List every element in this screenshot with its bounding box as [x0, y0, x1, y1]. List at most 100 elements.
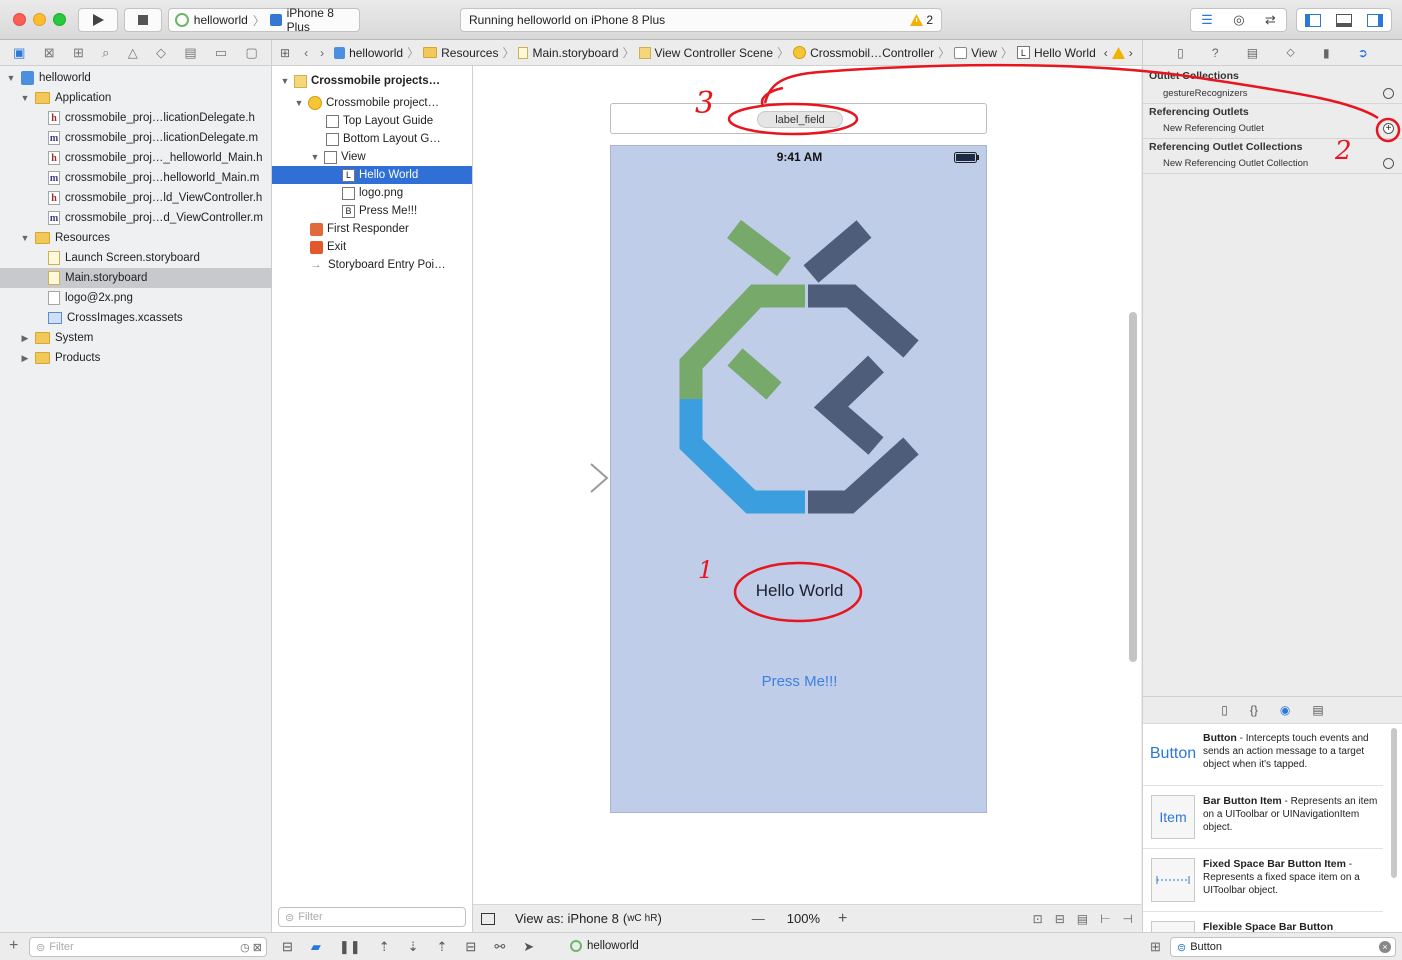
library-scrollbar[interactable] — [1391, 728, 1397, 878]
connection-circle[interactable] — [1383, 158, 1394, 169]
update-frames-icon[interactable]: ⊡ — [1033, 912, 1043, 926]
disclosure-triangle-icon[interactable]: ▼ — [6, 73, 16, 83]
storyboard-canvas[interactable]: label_field 9:41 AM Hello World Press Me… — [473, 66, 1141, 899]
previous-issue-button[interactable]: ‹ — [1100, 46, 1112, 60]
stop-button[interactable] — [124, 8, 162, 32]
disclosure-triangle-icon[interactable]: ▶ — [20, 333, 30, 344]
panel-toggle-group[interactable] — [1296, 8, 1392, 32]
warning-indicator[interactable]: 2 — [910, 13, 933, 27]
navigator-toggle-icon[interactable] — [1304, 13, 1321, 27]
simulate-location-icon[interactable]: ➤ — [523, 939, 534, 955]
minimize-window-button[interactable] — [33, 13, 46, 26]
scheme-selector[interactable]: helloworld 〉 iPhone 8 Plus — [168, 6, 360, 34]
align-icon[interactable]: ▤ — [1077, 912, 1088, 926]
outline-row[interactable]: Top Layout Guide — [272, 112, 472, 130]
standard-editor-icon[interactable]: ☰ — [1201, 12, 1213, 28]
disclosure-triangle-icon[interactable]: ▼ — [294, 98, 304, 108]
pin-icon[interactable]: ⊢ — [1100, 912, 1110, 926]
outline-row-controller[interactable]: ▼ Crossmobile project… — [272, 94, 472, 112]
library-item[interactable]: Flexible Space Bar Button — [1143, 913, 1383, 932]
report-navigator-icon[interactable]: ▢ — [246, 45, 258, 61]
resolve-issues-icon[interactable]: ⊣ — [1123, 912, 1133, 926]
media-library-icon[interactable]: ▤ — [1312, 703, 1323, 717]
assistant-editor-icon[interactable]: ◎ — [1233, 12, 1244, 28]
tree-row-system[interactable]: ▶ System — [0, 328, 272, 348]
crumb-resources[interactable]: Resources — [419, 46, 502, 60]
debug-navigator-icon[interactable]: ▤ — [184, 45, 196, 61]
test-navigator-icon[interactable]: ◇ — [156, 45, 166, 61]
forward-button[interactable]: › — [314, 46, 330, 60]
tree-row-file[interactable]: h crossmobile_proj…ld_ViewController.h — [0, 188, 272, 208]
debug-target[interactable]: helloworld — [570, 940, 639, 952]
disclosure-triangle-icon[interactable]: ▼ — [20, 93, 30, 103]
embed-in-stack-icon[interactable]: ⊟ — [1055, 912, 1065, 926]
disclosure-triangle-icon[interactable]: ▼ — [310, 152, 320, 162]
outline-row-scene[interactable]: ▼ Crossmobile projects… — [272, 72, 472, 90]
zoom-out-button[interactable]: — — [752, 911, 765, 926]
library-item[interactable]: Fixed Space Bar Button Item - Represents… — [1143, 850, 1383, 912]
library-item[interactable]: Item Bar Button Item - Represents an ite… — [1143, 787, 1383, 849]
disclosure-triangle-icon[interactable]: ▶ — [20, 353, 30, 364]
identity-inspector-icon[interactable]: ▤ — [1247, 46, 1258, 60]
breakpoint-navigator-icon[interactable]: ▭ — [215, 45, 227, 61]
view-as-label[interactable]: View as: iPhone 8 — [515, 911, 619, 926]
outline-row[interactable]: First Responder — [272, 220, 472, 238]
project-navigator-icon[interactable]: ▣ — [13, 45, 25, 61]
run-button[interactable] — [78, 8, 118, 32]
quick-help-icon[interactable]: ? — [1212, 46, 1219, 60]
find-navigator-icon[interactable]: ⌕ — [102, 45, 109, 61]
related-items-icon[interactable]: ⊞ — [272, 46, 298, 60]
back-button[interactable]: ‹ — [298, 46, 314, 60]
breakpoints-toggle-icon[interactable]: ▰ — [311, 939, 321, 955]
tree-row-file[interactable]: h crossmobile_proj…_helloworld_Main.h — [0, 148, 272, 168]
tree-row-file[interactable]: CrossImages.xcassets — [0, 308, 272, 328]
warning-icon[interactable] — [1111, 46, 1125, 59]
pause-icon[interactable]: ❚❚ — [339, 939, 361, 955]
tree-row-file[interactable]: m crossmobile_proj…helloworld_Main.m — [0, 168, 272, 188]
close-window-button[interactable] — [13, 13, 26, 26]
outline-row-view[interactable]: ▼ View — [272, 148, 472, 166]
tree-row-products[interactable]: ▶ Products — [0, 348, 272, 368]
file-inspector-icon[interactable]: ▯ — [1177, 46, 1184, 60]
add-file-plus-icon[interactable]: + — [9, 937, 18, 955]
outline-row[interactable]: → Storyboard Entry Poi… — [272, 256, 472, 274]
new-referencing-outlet-plus-icon[interactable]: + — [1383, 123, 1394, 134]
library-item[interactable]: Button Button - Intercepts touch events … — [1143, 724, 1383, 786]
source-control-navigator-icon[interactable]: ⊠ — [44, 45, 55, 61]
issue-navigator-icon[interactable]: △ — [128, 45, 138, 61]
grid-view-icon[interactable]: ⊞ — [1150, 939, 1161, 955]
clear-search-icon[interactable]: × — [1379, 941, 1391, 953]
connections-inspector-icon[interactable]: ➲ — [1358, 46, 1368, 60]
zoom-window-button[interactable] — [53, 13, 66, 26]
tree-row-file-selected[interactable]: Main.storyboard — [0, 268, 272, 288]
next-issue-button[interactable]: › — [1125, 46, 1137, 60]
tree-row-file[interactable]: logo@2x.png — [0, 288, 272, 308]
outline-row[interactable]: logo.png — [272, 184, 472, 202]
tree-row-file[interactable]: Launch Screen.storyboard — [0, 248, 272, 268]
crumb-project[interactable]: helloworld — [330, 46, 407, 60]
crumb-view[interactable]: View — [950, 46, 1001, 60]
connection-circle[interactable] — [1383, 88, 1394, 99]
outline-row-label-selected[interactable]: L Hello World — [272, 166, 472, 184]
size-inspector-icon[interactable]: ▮ — [1323, 46, 1330, 60]
code-snippet-library-icon[interactable]: {} — [1250, 703, 1258, 717]
tree-row-file[interactable]: m crossmobile_proj…licationDelegate.m — [0, 128, 272, 148]
step-over-icon[interactable]: ⇡ — [379, 939, 390, 955]
editor-mode-group[interactable]: ☰ ◎ ⇄ — [1190, 8, 1287, 32]
outline-toggle-icon[interactable] — [481, 912, 495, 925]
step-into-icon[interactable]: ⇣ — [408, 939, 419, 955]
outline-row[interactable]: B Press Me!!! — [272, 202, 472, 220]
file-template-library-icon[interactable]: ▯ — [1221, 703, 1228, 717]
outline-row[interactable]: Exit — [272, 238, 472, 256]
memory-graph-icon[interactable]: ⚯ — [494, 939, 505, 955]
attributes-inspector-icon[interactable]: ⬦ — [1286, 45, 1294, 60]
version-editor-icon[interactable]: ⇄ — [1265, 12, 1276, 28]
disclosure-triangle-icon[interactable]: ▼ — [20, 233, 30, 243]
tree-row-file[interactable]: h crossmobile_proj…licationDelegate.h — [0, 108, 272, 128]
object-library-icon[interactable]: ◉ — [1280, 703, 1290, 717]
library-search-input[interactable]: ⊜ Button × — [1170, 937, 1396, 957]
debug-area-toggle-icon[interactable] — [1335, 13, 1352, 27]
crumb-controller[interactable]: Crossmobil…Controller — [789, 46, 938, 60]
crumb-storyboard[interactable]: Main.storyboard — [514, 46, 622, 60]
navigator-filter-input[interactable]: ⊜ Filter ◷ ⊠ — [29, 937, 267, 957]
